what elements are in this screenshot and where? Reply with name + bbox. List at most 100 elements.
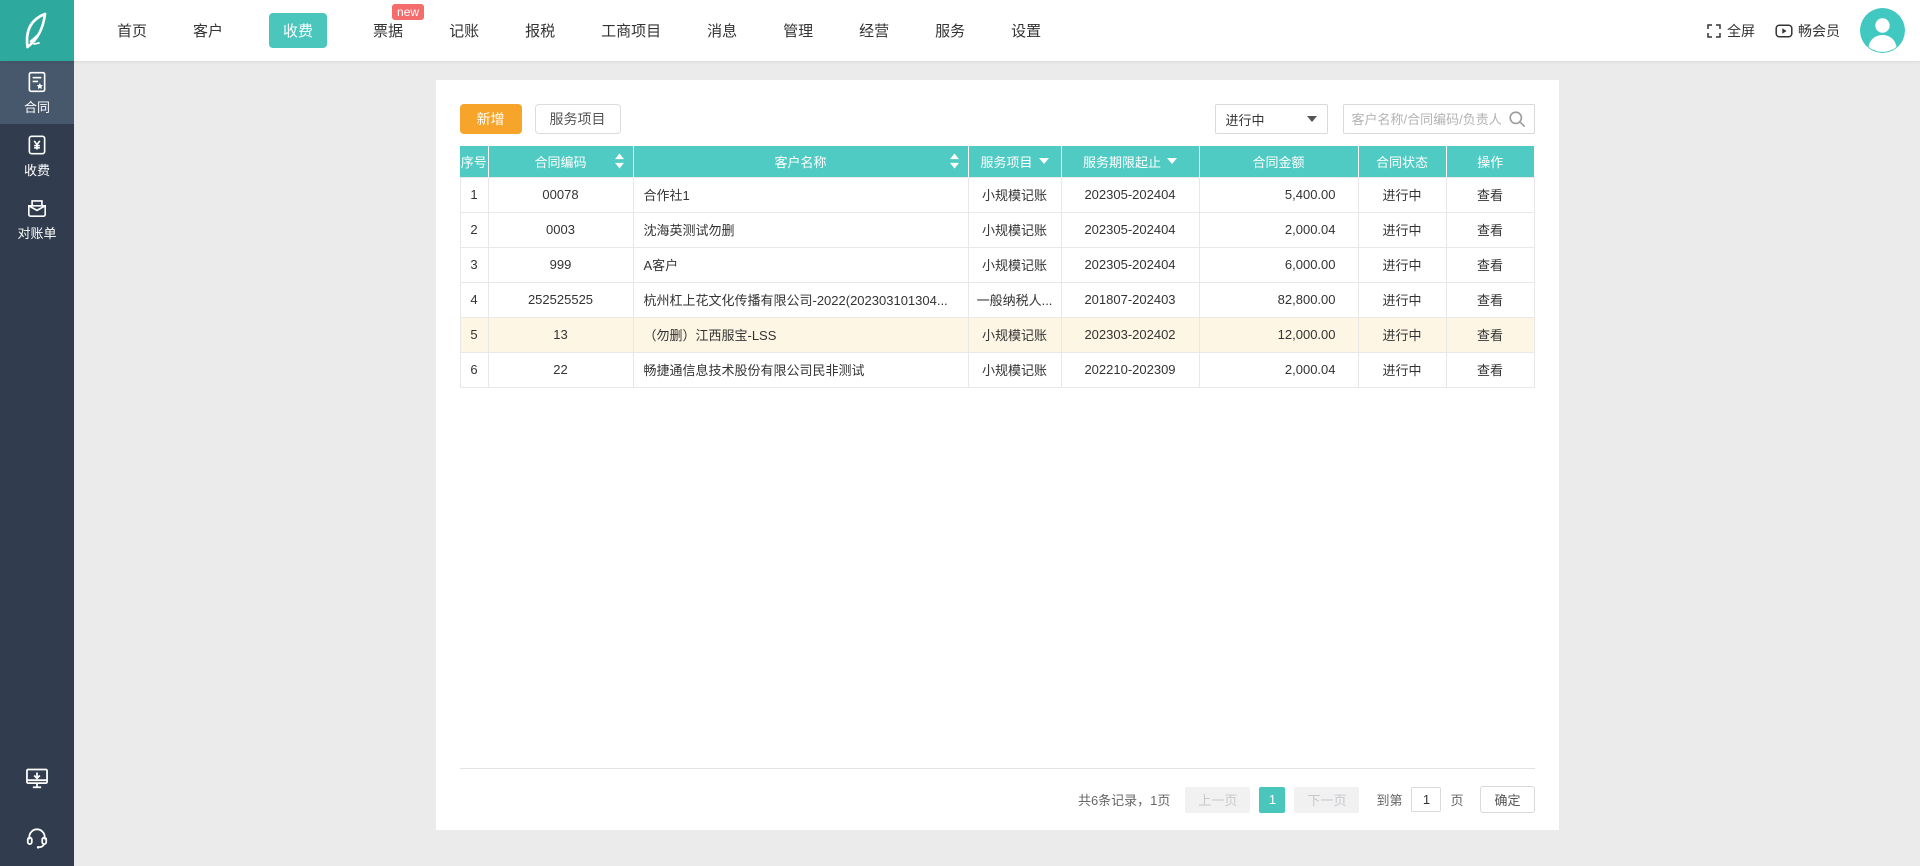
cell-contract-amount: 82,800.00 bbox=[1198, 281, 1359, 318]
cell-customer-name: 畅捷通信息技术股份有限公司民非测试 bbox=[632, 351, 969, 388]
goto-confirm-button[interactable]: 确定 bbox=[1480, 786, 1535, 813]
view-link[interactable]: 查看 bbox=[1477, 258, 1503, 273]
column-header[interactable]: 服务期限起止 bbox=[1061, 146, 1200, 177]
table-row[interactable]: 6 22 畅捷通信息技术股份有限公司民非测试 小规模记账 202210-202309 2,… bbox=[459, 351, 1535, 388]
cell-seq: 4 bbox=[459, 281, 489, 318]
member-button[interactable]: 畅会员 bbox=[1775, 21, 1840, 41]
table-row[interactable]: 2 0003 沈海英测试勿删 小规模记账 202305-202404 2,000.04 进行… bbox=[459, 211, 1535, 248]
cell-contract-amount: 6,000.00 bbox=[1198, 246, 1359, 283]
cell-contract-code: 999 bbox=[487, 246, 634, 283]
column-label: 服务期限起止 bbox=[1082, 154, 1161, 170]
feather-logo-icon bbox=[17, 10, 57, 52]
nav-item-business-projects[interactable]: 工商项目 bbox=[578, 0, 684, 61]
cell-seq: 5 bbox=[459, 316, 489, 353]
nav-item-home[interactable]: 首页 bbox=[94, 0, 170, 61]
filter-caret-icon[interactable] bbox=[1167, 158, 1177, 165]
toolbar-right: 进行中 bbox=[1214, 104, 1535, 134]
cell-service-item: 一般纳税人... bbox=[967, 281, 1062, 318]
cell-contract-status: 进行中 bbox=[1357, 281, 1447, 318]
nav-item-tax-filing[interactable]: 报税 bbox=[502, 0, 578, 61]
table-row[interactable]: 4 252525525 杭州杠上花文化传播有限公司-2022(20230310130… bbox=[459, 281, 1535, 318]
sidebar-items: 合同 收费 对账单 bbox=[0, 61, 74, 250]
new-badge: new bbox=[392, 4, 425, 20]
view-link[interactable]: 查看 bbox=[1477, 328, 1503, 343]
view-link[interactable]: 查看 bbox=[1477, 363, 1503, 378]
nav-item-services[interactable]: 服务 bbox=[912, 0, 988, 61]
add-contract-button[interactable]: 新增 bbox=[459, 104, 522, 134]
column-header: 序号 bbox=[460, 146, 489, 177]
page-unit-label: 页 bbox=[1450, 793, 1464, 808]
column-header[interactable]: 客户名称 bbox=[633, 146, 969, 177]
nav-item-invoices[interactable]: 票据 new bbox=[350, 0, 426, 61]
table-row[interactable]: 5 13 （勿删）江西服宝-LSS 小规模记账 202303-202402 12,000.… bbox=[459, 316, 1535, 353]
cell-action: 查看 bbox=[1445, 246, 1535, 283]
nav-item-label: 记账 bbox=[449, 23, 480, 40]
client-download-icon[interactable] bbox=[24, 766, 50, 792]
column-label: 服务项目 bbox=[980, 154, 1033, 170]
cell-action: 查看 bbox=[1445, 316, 1535, 353]
sidebar-item-label: 收费 bbox=[23, 162, 50, 178]
cell-contract-status: 进行中 bbox=[1357, 351, 1447, 388]
sort-icon[interactable] bbox=[614, 153, 624, 169]
cell-service-period: 202210-202309 bbox=[1060, 351, 1200, 388]
search-icon[interactable] bbox=[1508, 110, 1526, 128]
cell-contract-status: 进行中 bbox=[1357, 176, 1447, 213]
cell-service-item: 小规模记账 bbox=[967, 316, 1062, 353]
cell-seq: 1 bbox=[459, 176, 489, 213]
cell-action: 查看 bbox=[1445, 211, 1535, 248]
contracts-table: 序号 合同编码 客户名称 服务项目 服务期限起止 合同金额 合同状态 操作 1 00078 合作社… bbox=[459, 146, 1535, 388]
app-logo[interactable] bbox=[0, 0, 74, 61]
nav-item-label: 消息 bbox=[707, 23, 738, 40]
nav-item-bookkeeping[interactable]: 记账 bbox=[426, 0, 502, 61]
prev-page-button[interactable]: 上一页 bbox=[1185, 786, 1251, 813]
contracts-icon bbox=[25, 70, 49, 94]
sidebar-item-statements[interactable]: 对账单 bbox=[0, 187, 74, 250]
column-label: 序号 bbox=[460, 154, 487, 170]
nav-item-messages[interactable]: 消息 bbox=[684, 0, 760, 61]
view-link[interactable]: 查看 bbox=[1477, 188, 1503, 203]
nav-item-label: 服务 bbox=[935, 23, 966, 40]
customer-service-icon[interactable] bbox=[24, 824, 50, 850]
table-row[interactable]: 3 999 A客户 小规模记账 202305-202404 6,000.00 进行中 查看 bbox=[459, 246, 1535, 283]
cell-action: 查看 bbox=[1445, 351, 1535, 388]
table-header-row: 序号 合同编码 客户名称 服务项目 服务期限起止 合同金额 合同状态 操作 bbox=[460, 146, 1534, 177]
cell-contract-status: 进行中 bbox=[1357, 211, 1447, 248]
sidebar-bottom bbox=[0, 766, 74, 866]
nav-item-label: 经营 bbox=[859, 23, 890, 40]
contracts-table-wrap: 序号 合同编码 客户名称 服务项目 服务期限起止 合同金额 合同状态 操作 1 00078 合作社… bbox=[459, 146, 1535, 388]
fees-icon bbox=[25, 133, 49, 157]
cell-customer-name: A客户 bbox=[632, 246, 969, 283]
column-header[interactable]: 服务项目 bbox=[968, 146, 1062, 177]
search-input[interactable] bbox=[1351, 111, 1508, 127]
nav-item-settings[interactable]: 设置 bbox=[988, 0, 1064, 61]
sort-icon[interactable] bbox=[949, 153, 959, 169]
nav-item-operations[interactable]: 经营 bbox=[836, 0, 912, 61]
status-filter-select[interactable]: 进行中 bbox=[1214, 104, 1328, 134]
view-link[interactable]: 查看 bbox=[1477, 223, 1503, 238]
nav-item-fees[interactable]: 收费 bbox=[246, 0, 350, 61]
goto-page-input[interactable] bbox=[1411, 787, 1442, 812]
top-nav: 首页 客户 收费 票据 new 记账 报税 工商项目 消息 管理 经营 服务 设置 bbox=[94, 0, 1064, 61]
fullscreen-button[interactable]: 全屏 bbox=[1706, 21, 1755, 41]
sidebar-item-fees[interactable]: 收费 bbox=[0, 124, 74, 187]
nav-item-label: 报税 bbox=[525, 23, 556, 40]
cell-customer-name: 合作社1 bbox=[632, 176, 969, 213]
service-items-button[interactable]: 服务项目 bbox=[534, 104, 621, 134]
user-avatar[interactable] bbox=[1860, 8, 1905, 53]
column-header[interactable]: 合同编码 bbox=[488, 146, 634, 177]
cell-contract-code: 22 bbox=[487, 351, 634, 388]
next-page-button[interactable]: 下一页 bbox=[1294, 786, 1360, 813]
cell-customer-name: 沈海英测试勿删 bbox=[632, 211, 969, 248]
nav-item-management[interactable]: 管理 bbox=[760, 0, 836, 61]
filter-caret-icon[interactable] bbox=[1038, 158, 1049, 165]
nav-item-label: 客户 bbox=[193, 23, 224, 40]
cell-service-period: 202305-202404 bbox=[1060, 176, 1200, 213]
current-page-button[interactable]: 1 bbox=[1259, 786, 1286, 813]
view-link[interactable]: 查看 bbox=[1477, 293, 1503, 308]
cell-seq: 2 bbox=[459, 211, 489, 248]
sidebar-item-contracts[interactable]: 合同 bbox=[0, 61, 74, 124]
cell-contract-status: 进行中 bbox=[1357, 246, 1447, 283]
table-row[interactable]: 1 00078 合作社1 小规模记账 202305-202404 5,400.00 进行中 查… bbox=[459, 176, 1535, 213]
nav-item-customers[interactable]: 客户 bbox=[170, 0, 246, 61]
sidebar-item-label: 对账单 bbox=[17, 225, 57, 241]
